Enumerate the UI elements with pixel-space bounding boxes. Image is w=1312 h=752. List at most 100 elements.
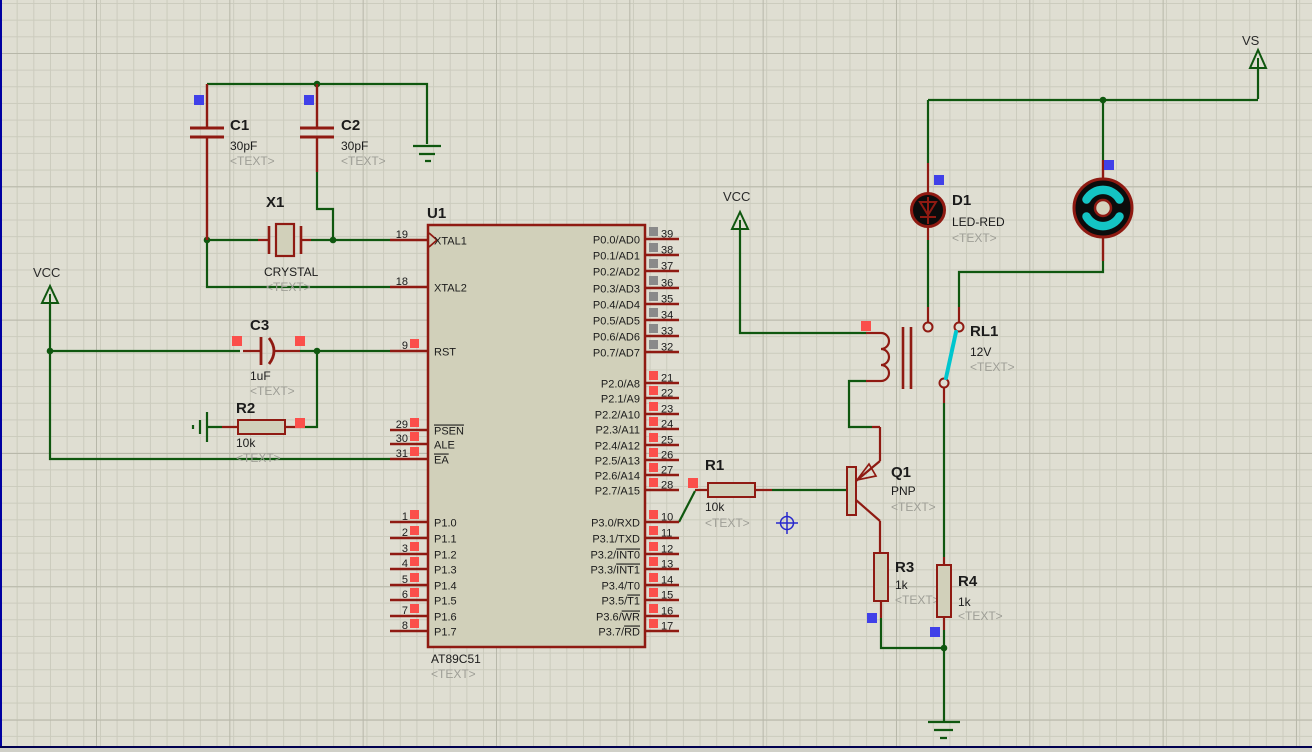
pin-number: 27 [661, 465, 673, 477]
r2-ref-label[interactable]: R2 [236, 400, 255, 417]
schematic-sheet: VCC VCC VS C1 30pF <TEXT> C2 30pF <TEXT>… [0, 0, 1312, 752]
pin-label: P3.7/RD [598, 627, 640, 639]
q1-value-label[interactable]: PNP [891, 484, 916, 498]
r2-value-label[interactable]: 10k [236, 436, 256, 450]
c2-ref-label[interactable]: C2 [341, 117, 360, 134]
relay-armature-icon [946, 332, 956, 378]
pin-number: 21 [661, 373, 673, 385]
pin-marker [410, 573, 419, 582]
c2-value-label[interactable]: 30pF [341, 139, 368, 153]
led-d1[interactable] [912, 163, 945, 240]
pin-marker [410, 418, 419, 427]
pin-marker [649, 542, 658, 551]
rl1-value-label[interactable]: 12V [970, 345, 991, 359]
pin-label: P3.1/TXD [592, 534, 640, 546]
power-terminal-vs[interactable] [1250, 50, 1266, 68]
terminal-marker [934, 175, 944, 185]
pin-number: 15 [661, 590, 673, 602]
c3-text-placeholder[interactable]: <TEXT> [250, 384, 295, 398]
r4-value-label[interactable]: 1k [958, 595, 972, 609]
terminal-marker [688, 478, 698, 488]
pin-number: 33 [661, 326, 673, 338]
r4-text-placeholder[interactable]: <TEXT> [958, 609, 1003, 623]
r2-text-placeholder[interactable]: <TEXT> [236, 451, 281, 465]
pin-marker [649, 573, 658, 582]
pin-marker [410, 510, 419, 519]
pin-marker [649, 292, 658, 301]
pin-marker [410, 619, 419, 628]
pin-number: 9 [402, 340, 408, 352]
r1-ref-label[interactable]: R1 [705, 457, 724, 474]
r3-ref-label[interactable]: R3 [895, 559, 914, 576]
origin-marker [776, 512, 798, 534]
resistor-r4[interactable] [937, 557, 951, 630]
resistor-r2[interactable] [222, 420, 302, 434]
resistor-r3[interactable] [874, 553, 888, 618]
pin-number: 32 [661, 342, 673, 354]
u1-value-label[interactable]: AT89C51 [431, 652, 481, 666]
c1-value-label[interactable]: 30pF [230, 139, 257, 153]
r1-value-label[interactable]: 10k [705, 500, 725, 514]
pin-number: 13 [661, 559, 673, 571]
pin-marker [410, 432, 419, 441]
ground-symbol-r2[interactable] [193, 412, 207, 442]
pin-marker [649, 619, 658, 628]
wire-coil-emitter-net[interactable] [849, 381, 872, 427]
c3-value-label[interactable]: 1uF [250, 369, 271, 383]
capacitor-c1[interactable] [190, 84, 224, 240]
q1-ref-label[interactable]: Q1 [891, 464, 911, 481]
pin-label: ALE [434, 440, 455, 452]
pin-label: P1.3 [434, 565, 457, 577]
wire-gnd-bottom-net[interactable] [881, 618, 960, 738]
wire-rst-net[interactable] [50, 351, 390, 427]
x1-value-label[interactable]: CRYSTAL [264, 265, 319, 279]
x1-ref-label[interactable]: X1 [266, 194, 284, 211]
d1-text-placeholder[interactable]: <TEXT> [952, 231, 997, 245]
u1-ref-label[interactable]: U1 [427, 205, 446, 222]
r1-text-placeholder[interactable]: <TEXT> [705, 516, 750, 530]
relay-contact[interactable] [940, 379, 949, 388]
capacitor-c3[interactable] [243, 337, 300, 365]
pin-marker [649, 463, 658, 472]
c1-ref-label[interactable]: C1 [230, 117, 249, 134]
d1-value-label[interactable]: LED-RED [952, 215, 1005, 229]
x1-text-placeholder[interactable]: <TEXT> [266, 280, 311, 294]
r4-ref-label[interactable]: R4 [958, 573, 978, 590]
c1-text-placeholder[interactable]: <TEXT> [230, 154, 275, 168]
relay-rl1[interactable] [866, 307, 964, 403]
schematic-canvas[interactable]: VCC VCC VS C1 30pF <TEXT> C2 30pF <TEXT>… [0, 0, 1312, 752]
wire-vcc-ea-net[interactable] [50, 303, 390, 459]
rl1-text-placeholder[interactable]: <TEXT> [970, 360, 1015, 374]
pin-label: XTAL1 [434, 236, 467, 248]
pin-number: 3 [402, 543, 408, 555]
pin-label: P0.6/AD6 [593, 332, 640, 344]
crystal-x1[interactable] [258, 224, 311, 256]
rl1-ref-label[interactable]: RL1 [970, 323, 998, 340]
transistor-q1[interactable] [847, 427, 880, 553]
power-terminal-vcc-mid[interactable] [732, 212, 748, 229]
wire-vs-rail-net[interactable] [928, 68, 1258, 100]
c3-ref-label[interactable]: C3 [250, 317, 269, 334]
pin-number: 35 [661, 294, 673, 306]
pin-label: RST [434, 347, 456, 359]
relay-contact[interactable] [924, 323, 933, 332]
pin-label: P2.2/A10 [595, 410, 640, 422]
vs-label: VS [1242, 33, 1260, 48]
pin-marker [649, 340, 658, 349]
motor-shaft-icon [1095, 200, 1111, 216]
d1-ref-label[interactable]: D1 [952, 192, 971, 209]
resistor-r1[interactable] [695, 483, 772, 497]
power-terminal-vcc-left[interactable] [42, 286, 58, 303]
r3-value-label[interactable]: 1k [895, 578, 909, 592]
pin-number: 28 [661, 480, 673, 492]
wire-vcc-relay-net[interactable] [740, 230, 866, 333]
wire-xtal1-net[interactable] [207, 172, 390, 240]
r3-text-placeholder[interactable]: <TEXT> [895, 593, 940, 607]
c2-text-placeholder[interactable]: <TEXT> [341, 154, 386, 168]
terminal-marker [861, 321, 871, 331]
motor[interactable] [1074, 160, 1132, 261]
q1-text-placeholder[interactable]: <TEXT> [891, 500, 936, 514]
u1-text-placeholder[interactable]: <TEXT> [431, 667, 476, 681]
pin-marker [649, 308, 658, 317]
pin-marker [649, 386, 658, 395]
